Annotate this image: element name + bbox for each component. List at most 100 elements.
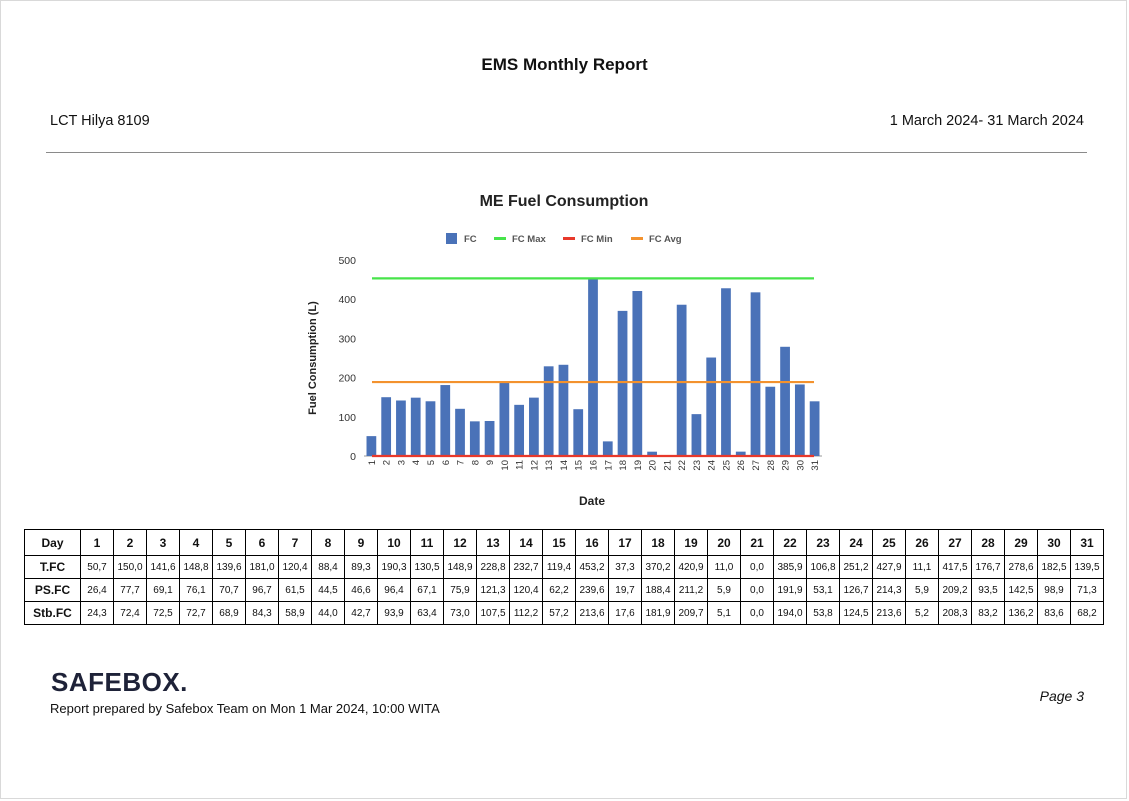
- table-cell: 11,1: [905, 555, 939, 579]
- bar-day-23: [691, 414, 702, 456]
- day-header-cell: 31: [1070, 529, 1104, 556]
- y-tick-label: 0: [350, 451, 356, 463]
- table-cell: 89,3: [344, 555, 378, 579]
- fuel-consumption-chart: ME Fuel Consumption FC FC Max FC Min FC Avg 0…: [307, 193, 822, 508]
- x-tick-label: 10: [500, 460, 511, 471]
- table-cell: 107,5: [476, 601, 510, 625]
- bar-day-3: [396, 400, 406, 456]
- table-cell: 62,2: [542, 578, 576, 602]
- bar-day-1: [366, 436, 377, 456]
- y-axis-label: Fuel Consumption (L): [307, 301, 319, 415]
- table-cell: 73,0: [443, 601, 477, 625]
- y-tick-label: 200: [338, 373, 356, 385]
- x-tick-label: 20: [648, 460, 659, 471]
- table-cell: 190,3: [377, 555, 411, 579]
- table-cell: 44,0: [311, 601, 345, 625]
- table-cell: 126,7: [839, 578, 873, 602]
- day-header-cell: 19: [674, 529, 708, 556]
- table-cell: 370,2: [641, 555, 675, 579]
- table-cell: 191,9: [773, 578, 807, 602]
- bar-day-31: [809, 401, 820, 456]
- table-cell: 453,2: [575, 555, 609, 579]
- brand-logo: SAFEBOX.: [51, 667, 188, 697]
- x-tick-label: 5: [426, 460, 437, 465]
- day-header-cell: 3: [146, 529, 180, 556]
- table-cell: 76,1: [179, 578, 213, 602]
- bar-day-15: [573, 409, 584, 456]
- x-tick-label: 28: [766, 460, 777, 471]
- x-tick-label: 18: [618, 460, 629, 471]
- table-cell: 188,4: [641, 578, 675, 602]
- page-number: Page 3: [1039, 688, 1084, 704]
- bar-day-9: [484, 420, 495, 456]
- bar-day-5: [425, 401, 436, 456]
- table-cell: 96,4: [377, 578, 411, 602]
- table-cell: 96,7: [245, 578, 279, 602]
- table-cell: 148,9: [443, 555, 477, 579]
- day-header-cell: 20: [707, 529, 741, 556]
- table-cell: 70,7: [212, 578, 246, 602]
- table-cell: 120,4: [278, 555, 312, 579]
- table-cell: 142,5: [1004, 578, 1038, 602]
- table-cell: 385,9: [773, 555, 807, 579]
- bar-day-24: [706, 357, 717, 456]
- day-header-cell: 29: [1004, 529, 1038, 556]
- x-axis-label: Date: [579, 494, 605, 508]
- day-header-cell: 6: [245, 529, 279, 556]
- table-cell: 68,2: [1070, 601, 1104, 625]
- bar-day-2: [381, 397, 392, 456]
- day-header-cell: 10: [377, 529, 411, 556]
- legend-swatch-fc: [446, 233, 457, 244]
- bar-day-28: [765, 386, 776, 456]
- bar-day-30: [794, 384, 805, 456]
- x-tick-label: 4: [411, 460, 422, 465]
- table-cell: 83,6: [1037, 601, 1071, 625]
- table-cell: 130,5: [410, 555, 444, 579]
- x-tick-label: 11: [515, 460, 526, 470]
- table-cell: 278,6: [1004, 555, 1038, 579]
- table-cell: 98,9: [1037, 578, 1071, 602]
- bar-day-22: [676, 304, 687, 456]
- table-cell: 71,3: [1070, 578, 1104, 602]
- day-header-cell: 13: [476, 529, 510, 556]
- day-header-cell: 4: [179, 529, 213, 556]
- x-tick-label: 21: [662, 460, 673, 471]
- day-header-cell: 9: [344, 529, 378, 556]
- day-header-cell: 14: [509, 529, 543, 556]
- bar-day-6: [440, 385, 451, 456]
- table-cell: 53,8: [806, 601, 840, 625]
- chart-title: ME Fuel Consumption: [480, 193, 649, 210]
- table-cell: 0,0: [740, 578, 774, 602]
- table-cell: 17,6: [608, 601, 642, 625]
- day-header-cell: 12: [443, 529, 477, 556]
- bar-day-16: [588, 278, 598, 456]
- legend-label-fc-min: FC Min: [581, 234, 613, 245]
- x-tick-label: 24: [707, 460, 718, 471]
- table-cell: 77,7: [113, 578, 147, 602]
- table-cell: 53,1: [806, 578, 840, 602]
- table-cell: 75,9: [443, 578, 477, 602]
- table-cell: 44,5: [311, 578, 345, 602]
- day-header-cell: 2: [113, 529, 147, 556]
- table-cell: 150,0: [113, 555, 147, 579]
- day-header-cell: 1: [80, 529, 114, 556]
- table-cell: 24,3: [80, 601, 114, 625]
- table-cell: 61,5: [278, 578, 312, 602]
- table-cell: 69,1: [146, 578, 180, 602]
- table-cell: 228,8: [476, 555, 510, 579]
- legend-label-fc-max: FC Max: [512, 234, 547, 245]
- table-cell: 106,8: [806, 555, 840, 579]
- table-cell: 427,9: [872, 555, 906, 579]
- table-cell: 5,9: [905, 578, 939, 602]
- table-cell: 50,7: [80, 555, 114, 579]
- table-cell: 57,2: [542, 601, 576, 625]
- table-cell: 251,2: [839, 555, 873, 579]
- table-cell: 417,5: [938, 555, 972, 579]
- day-header-cell: 30: [1037, 529, 1071, 556]
- x-tick-label: 7: [456, 460, 467, 465]
- y-tick-label: 400: [338, 294, 356, 306]
- table-cell: 213,6: [872, 601, 906, 625]
- x-tick-label: 13: [544, 460, 555, 471]
- day-header-cell: 23: [806, 529, 840, 556]
- row-label: T.FC: [24, 555, 81, 579]
